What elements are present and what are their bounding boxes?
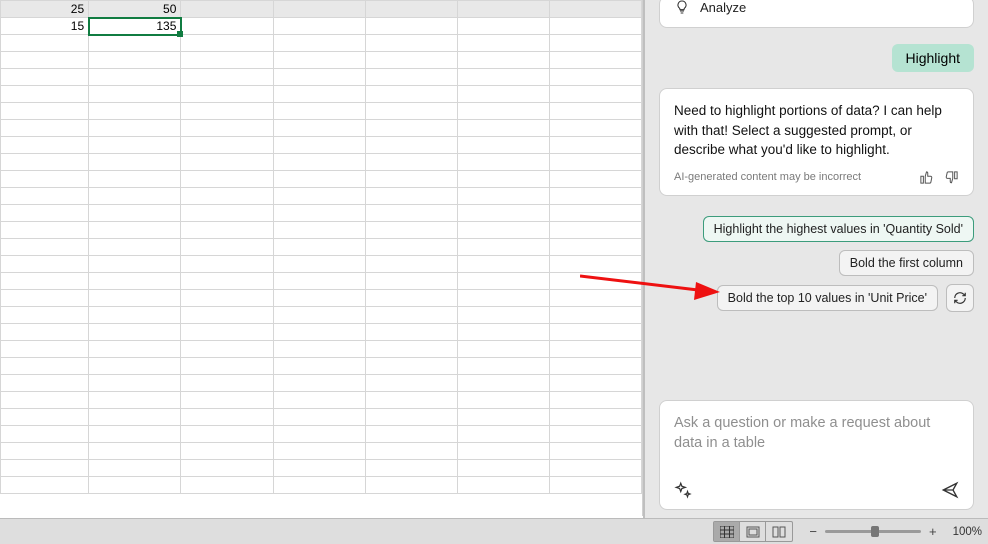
- sparkle-icon[interactable]: [674, 481, 692, 499]
- zoom-out-button[interactable]: −: [807, 524, 819, 539]
- prompt-placeholder: Ask a question or make a request about d…: [674, 413, 959, 454]
- view-page-layout[interactable]: [740, 522, 766, 541]
- status-bar: − + 100%: [0, 518, 988, 544]
- fill-handle[interactable]: [177, 31, 183, 37]
- view-normal[interactable]: [714, 522, 740, 541]
- prompt-input-card[interactable]: Ask a question or make a request about d…: [659, 400, 974, 510]
- suggestion-bold-top-unit-price[interactable]: Bold the top 10 values in 'Unit Price': [717, 285, 938, 311]
- user-message: Highlight: [892, 44, 974, 72]
- analyze-card[interactable]: Analyze: [659, 0, 974, 28]
- cell-b1[interactable]: 50: [89, 1, 181, 18]
- page-break-icon: [772, 526, 786, 538]
- assistant-text: Need to highlight portions of data? I ca…: [674, 101, 959, 160]
- assistant-reply: Need to highlight portions of data? I ca…: [659, 88, 974, 196]
- suggestion-bold-first-column[interactable]: Bold the first column: [839, 250, 974, 276]
- spreadsheet[interactable]: 25 50 15 135: [0, 0, 643, 544]
- suggestion-highlight-quantity[interactable]: Highlight the highest values in 'Quantit…: [703, 216, 974, 242]
- cell-a2[interactable]: 15: [1, 18, 89, 35]
- cell-a1[interactable]: 25: [1, 1, 89, 18]
- copilot-panel: Analyze Highlight Need to highlight port…: [645, 0, 988, 518]
- analyze-label: Analyze: [700, 0, 746, 15]
- ai-disclaimer: AI-generated content may be incorrect: [674, 171, 861, 183]
- thumbs-down-icon[interactable]: [944, 170, 959, 185]
- suggestions: Highlight the highest values in 'Quantit…: [659, 216, 974, 312]
- thumbs-up-icon[interactable]: [919, 170, 934, 185]
- lightbulb-icon: [674, 0, 690, 15]
- zoom-controls: − +: [807, 524, 938, 539]
- view-mode-group: [713, 521, 793, 542]
- page-layout-icon: [746, 526, 760, 538]
- zoom-slider[interactable]: [825, 530, 921, 533]
- send-icon[interactable]: [941, 481, 959, 499]
- zoom-in-button[interactable]: +: [927, 524, 939, 539]
- view-page-break[interactable]: [766, 522, 792, 541]
- cell-b2-selected[interactable]: 135: [89, 18, 181, 35]
- refresh-suggestions[interactable]: [946, 284, 974, 312]
- refresh-icon: [953, 291, 967, 305]
- grid-icon: [720, 526, 734, 538]
- zoom-level[interactable]: 100%: [953, 526, 982, 538]
